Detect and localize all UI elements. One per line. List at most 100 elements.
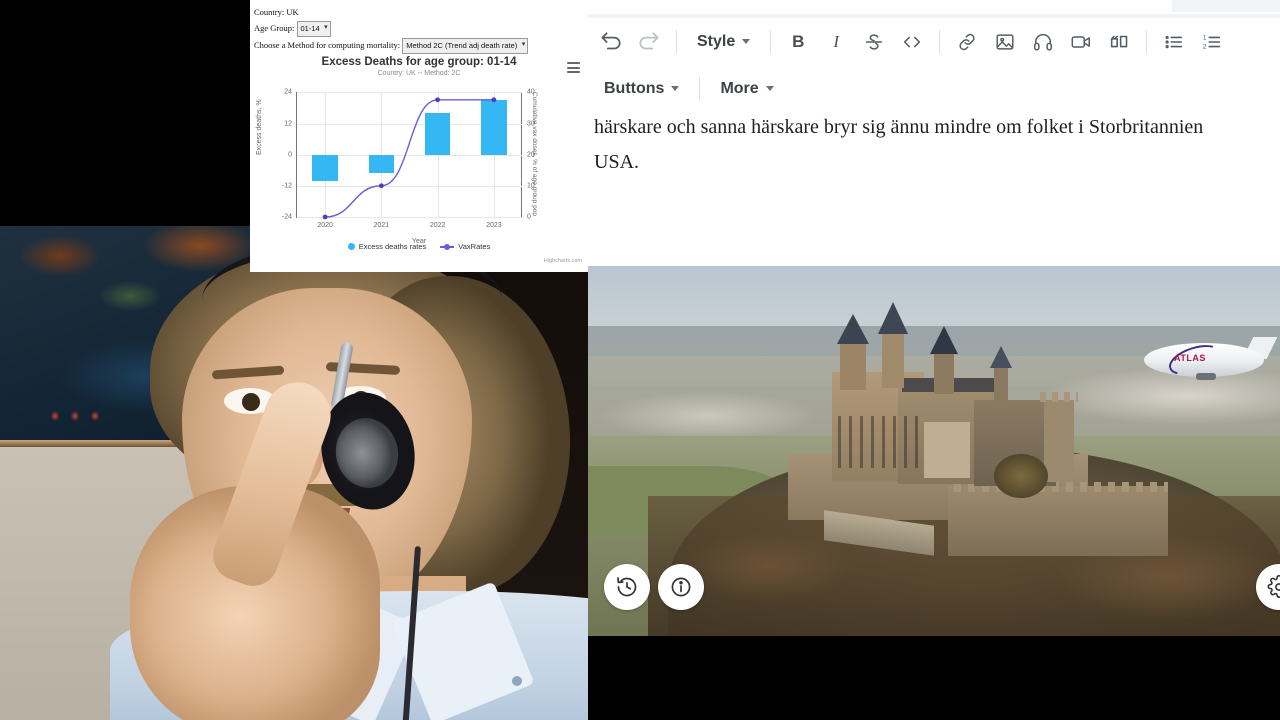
toolbar-separator-5 xyxy=(699,76,701,101)
country-row: Country: UK xyxy=(254,4,584,20)
editor-content[interactable]: härskare och sanna härskare bryr sig änn… xyxy=(588,110,1280,180)
castle-windows xyxy=(838,416,918,468)
castle-tower-d xyxy=(994,366,1008,402)
style-dropdown[interactable]: Style xyxy=(685,23,762,61)
text-editor: Style B I 1 2 Buttons More härskare och … xyxy=(588,0,1280,266)
editor-toolbar: Style B I 1 2 Buttons More xyxy=(588,18,1280,112)
method-label: Choose a Method for computing mortality: xyxy=(254,40,401,51)
hohenzollern-castle xyxy=(778,302,1168,556)
black-backdrop-top-left xyxy=(0,0,250,226)
more-dropdown-label: More xyxy=(720,79,759,97)
x-tick-label: 2021 xyxy=(373,222,390,230)
vaxrates-line xyxy=(322,97,497,220)
castle-tower-c xyxy=(934,352,954,394)
style-dropdown-label: Style xyxy=(697,32,736,50)
toolbar-separator-1 xyxy=(676,29,677,54)
numbered-list-icon[interactable]: 1 2 xyxy=(1193,23,1231,61)
chevron-down-icon xyxy=(671,86,680,91)
castle-spire-d xyxy=(990,346,1012,368)
editor-top-placeholder xyxy=(1172,0,1280,12)
country-label: Country: UK xyxy=(254,7,299,17)
castle-video-player[interactable]: ATLAS xyxy=(588,266,1280,636)
toolbar-row-primary: Style B I 1 2 xyxy=(588,18,1280,65)
link-icon[interactable] xyxy=(948,23,986,61)
y-tick-left: 24 xyxy=(284,88,292,96)
chart-menu-icon[interactable] xyxy=(567,62,580,74)
highcharts-container[interactable]: Excess Deaths for age group: 01-14 Count… xyxy=(250,56,588,268)
editor-paragraph-line-2: USA. xyxy=(594,151,640,173)
y-tick-left: 0 xyxy=(288,151,292,159)
legend-marker-vaxrates xyxy=(440,243,455,250)
legend-label-vaxrates: VaxRates xyxy=(458,242,491,251)
bullet-list-icon[interactable] xyxy=(1155,23,1193,61)
age-group-row: Age Group: 01-14 xyxy=(254,20,584,38)
x-tick-label: 2022 xyxy=(429,222,446,230)
y-axis-label-right: Cumulative vax doses, % of age group pop xyxy=(531,92,538,217)
castle-tower-a xyxy=(840,340,866,390)
legend-item-vaxrates[interactable]: VaxRates xyxy=(440,242,490,251)
toolbar-separator-4 xyxy=(1146,29,1148,54)
castle-tower-e-battlement xyxy=(1040,392,1078,402)
x-tick-label: 2020 xyxy=(317,222,333,230)
tapestry-pattern xyxy=(48,409,108,423)
chart-controls: Country: UK Age Group: 01-14 Choose a Me… xyxy=(250,0,588,55)
age-group-select[interactable]: 01-14 xyxy=(296,21,331,38)
webcam-feed[interactable] xyxy=(0,226,588,720)
more-dropdown[interactable]: More xyxy=(708,70,785,108)
svg-text:1: 1 xyxy=(1203,34,1207,41)
webcam-person xyxy=(110,240,588,720)
airship-gondola xyxy=(1196,373,1216,380)
castle-tower-b xyxy=(882,330,904,388)
image-icon[interactable] xyxy=(986,23,1024,61)
chart-title: Excess Deaths for age group: 01-14 xyxy=(321,56,517,69)
age-group-label: Age Group: xyxy=(254,23,295,34)
castle-spire-a xyxy=(837,314,869,344)
legend-marker-excess-deaths xyxy=(347,243,355,250)
method-select[interactable]: Method 2C (Trend adj death rate) xyxy=(402,38,529,55)
toolbar-separator-2 xyxy=(770,29,772,54)
y-tick-left: -12 xyxy=(281,182,292,190)
castle-spire-c xyxy=(930,326,958,354)
chart-plot-area: 24 12 0 -12 -24 40 30 20 10 0 2020 2021 2022 2023 xyxy=(282,89,535,230)
bold-label: B xyxy=(792,31,805,51)
castle-tower-e xyxy=(1044,400,1074,482)
audio-icon[interactable] xyxy=(1024,23,1062,61)
editor-paragraph-line-1: härskare och sanna härskare bryr sig änn… xyxy=(594,116,1204,138)
info-icon[interactable] xyxy=(658,564,704,610)
toolbar-separator-3 xyxy=(939,29,941,54)
black-backdrop-bottom-right xyxy=(588,636,1280,720)
code-icon[interactable] xyxy=(893,23,931,61)
x-tick-label: 2023 xyxy=(486,222,502,230)
pupil-left xyxy=(242,393,260,411)
buttons-dropdown[interactable]: Buttons xyxy=(592,70,691,108)
chevron-down-icon xyxy=(765,86,774,91)
legend-label-excess-deaths: Excess deaths rates xyxy=(358,242,427,251)
castle-trees xyxy=(994,454,1048,498)
video-icon[interactable] xyxy=(1062,23,1100,61)
strikethrough-icon[interactable] xyxy=(855,23,893,61)
buttons-dropdown-label: Buttons xyxy=(604,79,665,97)
y-tick-left: -24 xyxy=(281,213,292,221)
screen-root: Country: UK Age Group: 01-14 Choose a Me… xyxy=(0,0,1280,720)
italic-icon[interactable]: I xyxy=(817,23,855,61)
atlas-airship: ATLAS xyxy=(1144,337,1278,381)
method-row: Choose a Method for computing mortality:… xyxy=(254,37,584,55)
undo-icon[interactable] xyxy=(592,23,630,61)
chart-legend[interactable]: Excess deaths rates VaxRates xyxy=(250,242,588,251)
redo-icon[interactable] xyxy=(630,23,668,61)
history-icon[interactable] xyxy=(604,564,650,610)
y-axis-label-left: Excess deaths, % xyxy=(256,99,263,156)
chart-subtitle: Country: UK -- Method: 2C xyxy=(377,70,461,78)
chevron-down-icon xyxy=(742,39,751,44)
shirt-button xyxy=(512,676,522,686)
castle-chapel xyxy=(924,422,970,478)
castle-spire-b xyxy=(878,302,908,334)
y-tick-left: 12 xyxy=(284,120,292,128)
svg-text:2: 2 xyxy=(1203,43,1207,50)
bold-icon[interactable]: B xyxy=(779,23,817,61)
toolbar-row-secondary: Buttons More xyxy=(588,65,1280,112)
airship-brand-text: ATLAS xyxy=(1174,353,1206,363)
quote-icon[interactable] xyxy=(1100,23,1138,61)
legend-item-excess-deaths[interactable]: Excess deaths rates xyxy=(347,242,427,251)
highcharts-credit[interactable]: Highcharts.com xyxy=(544,258,582,264)
